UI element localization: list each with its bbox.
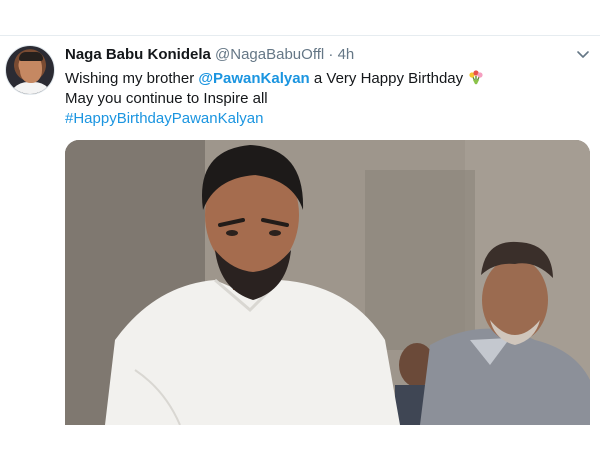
bouquet-icon (469, 70, 483, 85)
photo-illustration (65, 140, 590, 425)
tweet-text: Wishing my brother @PawanKalyan a Very H… (65, 69, 565, 129)
chevron-down-icon[interactable] (576, 49, 590, 61)
display-name[interactable]: Naga Babu Konidela (65, 46, 211, 63)
top-divider (0, 35, 600, 36)
avatar[interactable] (5, 45, 55, 95)
separator: · (328, 46, 334, 63)
user-handle[interactable]: @NagaBabuOffl (215, 46, 324, 63)
tweet-text-prefix: Wishing my brother (65, 70, 199, 87)
tweet-header: Naga Babu Konidela @NagaBabuOffl · 4h (65, 46, 560, 64)
tweet-line-2: May you continue to Inspire all (65, 90, 268, 107)
timestamp[interactable]: 4h (338, 46, 355, 63)
tweet-text-suffix: a Very Happy Birthday (309, 70, 464, 87)
mention-link[interactable]: @PawanKalyan (198, 70, 309, 87)
tweet-line-1: Wishing my brother @PawanKalyan a Very H… (65, 69, 565, 89)
tweet-photo[interactable] (65, 140, 590, 425)
hashtag-link[interactable]: #HappyBirthdayPawanKalyan (65, 109, 565, 129)
